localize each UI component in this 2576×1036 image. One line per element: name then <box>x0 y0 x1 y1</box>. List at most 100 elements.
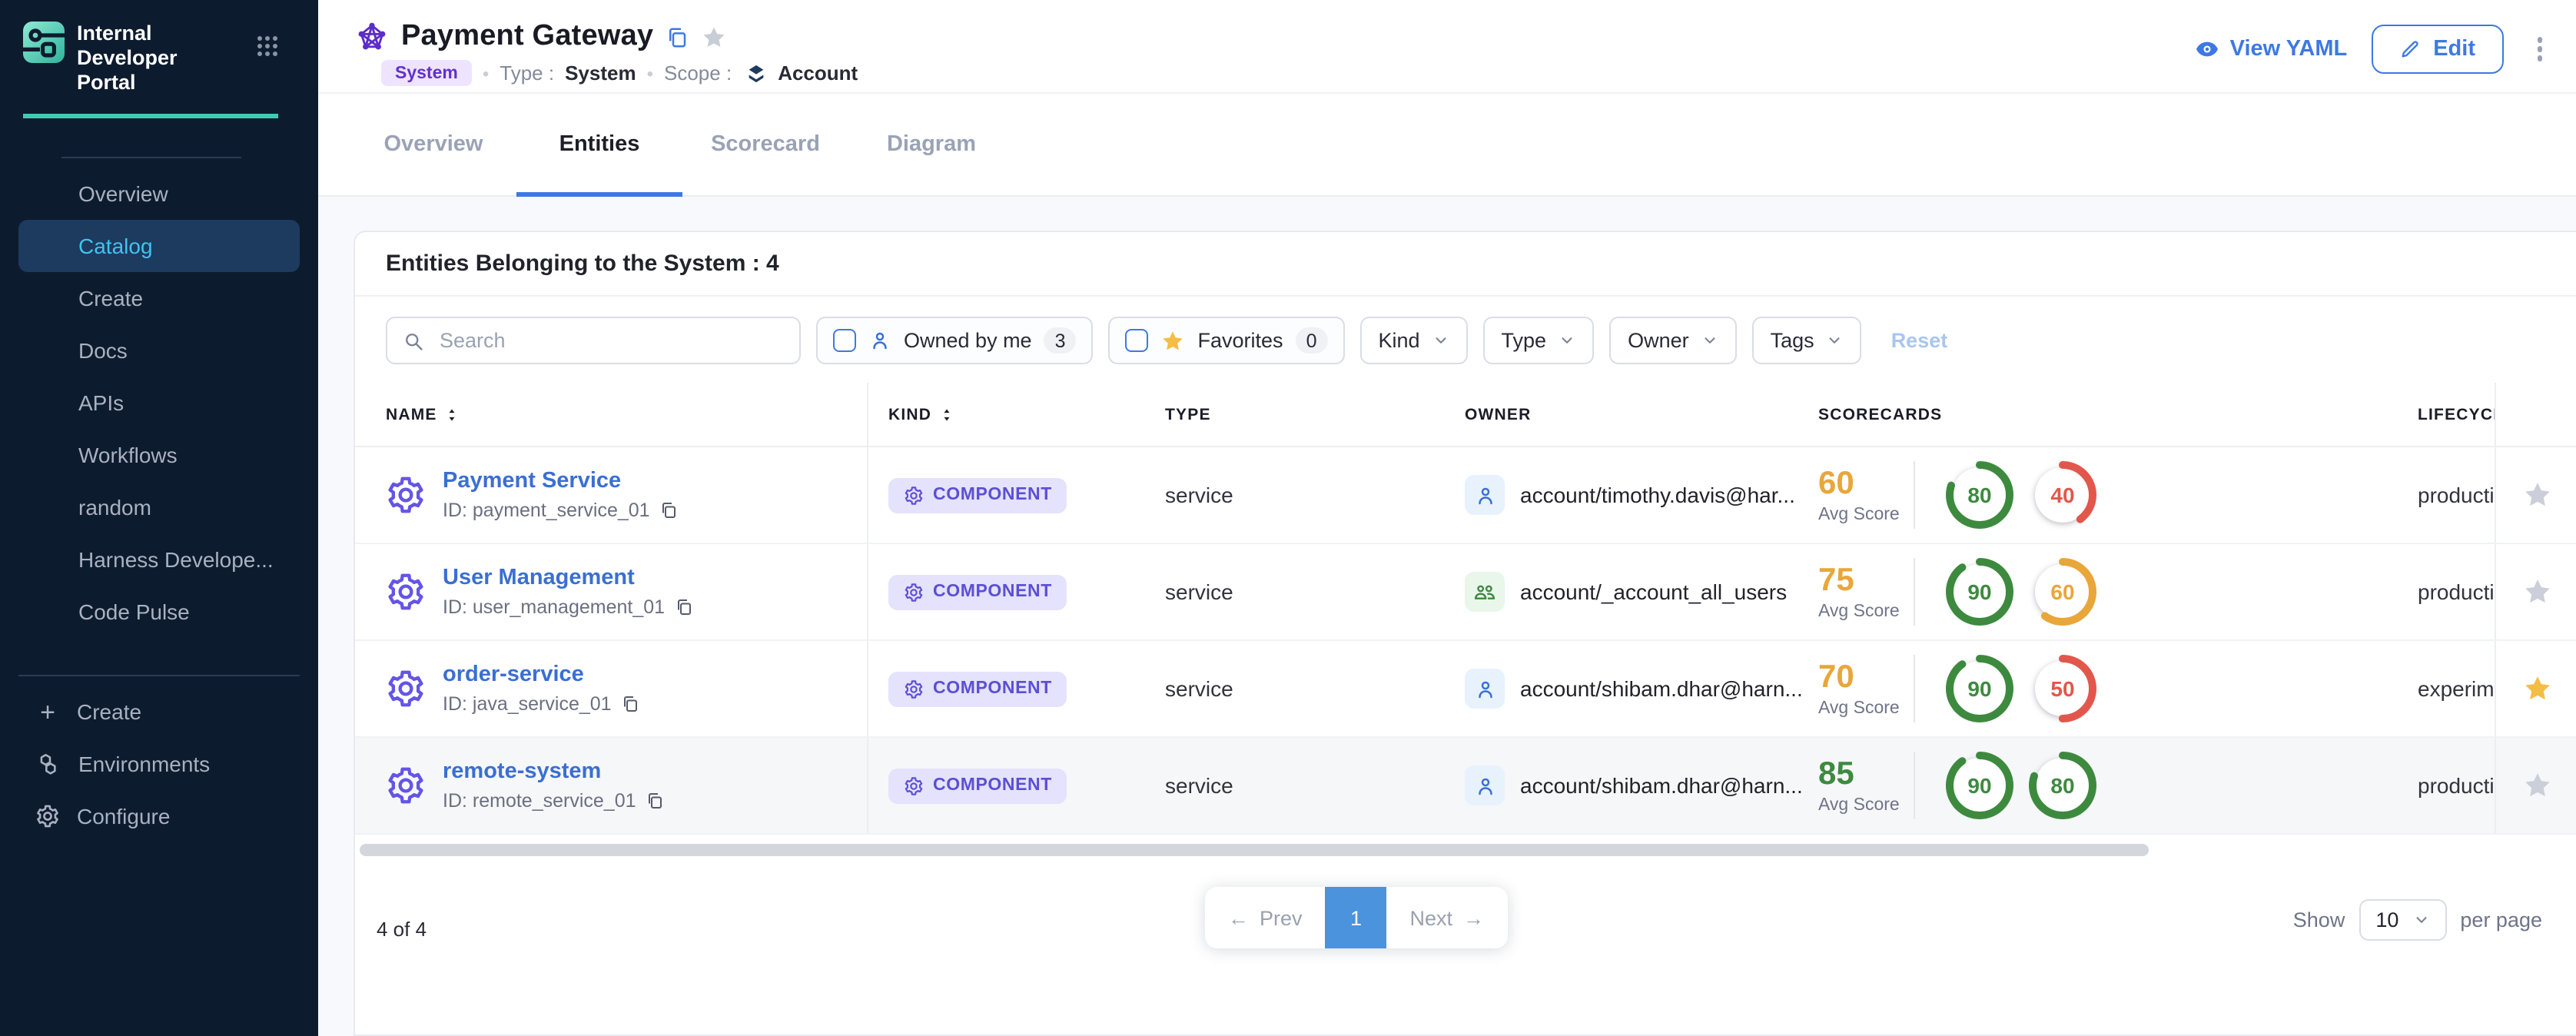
chevron-down-icon <box>2412 911 2429 928</box>
sidebar-item-harness-developer[interactable]: Harness Develope... <box>18 533 300 586</box>
favorite-star-icon[interactable] <box>2521 673 2552 704</box>
scorecard-gauge[interactable]: 80 <box>1944 460 2015 530</box>
account-scope-icon <box>745 62 767 84</box>
sort-icon[interactable] <box>939 407 954 422</box>
scorecard-gauge[interactable]: 90 <box>1944 750 2015 821</box>
copy-icon[interactable] <box>659 501 678 520</box>
table-row-order-service[interactable]: order-service ID: java_service_01 COMPON… <box>355 641 2576 738</box>
horizontal-scrollbar[interactable] <box>360 844 2149 856</box>
sidebar-item-code-pulse[interactable]: Code Pulse <box>18 586 300 638</box>
page-number-button[interactable]: 1 <box>1326 887 1387 948</box>
owned-by-me-label: Owned by me <box>904 329 1032 352</box>
scorecard-gauge[interactable]: 40 <box>2027 460 2098 530</box>
entity-link[interactable]: User Management <box>443 566 692 590</box>
reset-filters-button[interactable]: Reset <box>1891 329 1948 352</box>
favorite-star-icon[interactable] <box>2521 480 2552 510</box>
scope-value: Account <box>778 61 858 85</box>
owner-user-icon <box>1465 765 1505 805</box>
avg-score-label: Avg Score <box>1818 602 1914 620</box>
owned-by-me-checkbox[interactable] <box>833 329 856 352</box>
column-header-name[interactable]: NAME <box>355 383 868 446</box>
edit-button[interactable]: Edit <box>2372 25 2503 74</box>
divider <box>1914 461 1915 529</box>
column-header-kind[interactable]: KIND <box>868 383 1165 446</box>
sort-icon[interactable] <box>445 407 460 422</box>
table-header: NAME KIND TYPE OWNER SCORECARDS LIFECYCL… <box>355 383 2576 447</box>
table-row-remote-system[interactable]: remote-system ID: remote_service_01 COMP… <box>355 738 2576 835</box>
more-options-button[interactable] <box>2528 30 2551 69</box>
tab-overview[interactable]: Overview <box>350 94 516 195</box>
favorite-star-icon[interactable] <box>2521 770 2552 801</box>
system-icon <box>355 20 389 54</box>
avg-score-label: Avg Score <box>1818 795 1914 814</box>
sidebar-item-apis[interactable]: APIs <box>18 377 300 429</box>
content-area: Entities Belonging to the System : 4 Own… <box>318 197 2576 1036</box>
owner-dropdown[interactable]: Owner <box>1609 317 1737 364</box>
entity-link[interactable]: order-service <box>443 662 639 687</box>
sidebar-item-create-entity[interactable]: + Create <box>18 686 300 738</box>
lifecycle-value: production <box>2418 738 2495 833</box>
component-gear-icon <box>386 475 426 515</box>
sidebar-item-create[interactable]: Create <box>18 272 300 324</box>
table-row-user-management[interactable]: User Management ID: user_management_01 C… <box>355 544 2576 641</box>
page-size-control: Show 10 per page <box>2293 899 2542 941</box>
copy-icon[interactable] <box>621 695 639 713</box>
harness-logo-icon[interactable] <box>23 22 65 63</box>
favorite-star-icon[interactable] <box>2521 576 2552 607</box>
sidebar-item-workflows[interactable]: Workflows <box>18 429 300 481</box>
scorecard-gauge[interactable]: 90 <box>1944 556 2015 627</box>
copy-icon[interactable] <box>674 598 692 616</box>
tab-entities[interactable]: Entities <box>516 94 682 195</box>
scorecard-gauge[interactable]: 50 <box>2027 653 2098 724</box>
sidebar-item-label: Configure <box>77 804 170 828</box>
copy-icon[interactable] <box>646 792 664 810</box>
next-page-button[interactable]: Next → <box>1387 887 1508 948</box>
sidebar-item-catalog[interactable]: Catalog <box>18 220 300 272</box>
sidebar-item-environments[interactable]: Environments <box>18 738 300 790</box>
avg-score-label: Avg Score <box>1818 505 1914 523</box>
owned-by-me-filter[interactable]: Owned by me 3 <box>816 317 1094 364</box>
sidebar-item-label: Environments <box>78 752 210 776</box>
entity-link[interactable]: Payment Service <box>443 469 678 493</box>
component-gear-icon <box>386 572 426 612</box>
divider <box>1914 558 1915 626</box>
owner-value: account/_account_all_users <box>1520 579 1787 604</box>
tags-dropdown[interactable]: Tags <box>1752 317 1862 364</box>
avg-score-value: 60 <box>1818 467 1914 500</box>
tab-diagram[interactable]: Diagram <box>848 94 1014 195</box>
scorecard-gauge[interactable]: 60 <box>2027 556 2098 627</box>
sidebar-item-overview[interactable]: Overview <box>18 168 300 220</box>
entity-link[interactable]: remote-system <box>443 759 664 784</box>
favorites-filter[interactable]: Favorites 0 <box>1109 317 1345 364</box>
owner-group-icon <box>1465 572 1505 612</box>
scorecard-gauge[interactable]: 90 <box>1944 653 2015 724</box>
kind-dropdown[interactable]: Kind <box>1359 317 1467 364</box>
favorites-checkbox[interactable] <box>1126 329 1149 352</box>
type-dropdown[interactable]: Type <box>1483 317 1595 364</box>
sidebar-item-docs[interactable]: Docs <box>18 324 300 377</box>
tab-bar: Overview Entities Scorecard Diagram <box>318 94 2576 197</box>
gear-icon <box>904 775 924 795</box>
hexagons-icon <box>35 751 61 777</box>
apps-grid-icon[interactable] <box>257 35 278 57</box>
brand: Internal Developer Portal <box>0 0 318 95</box>
kind-badge: COMPONENT <box>888 768 1067 803</box>
scorecard-gauge[interactable]: 80 <box>2027 750 2098 821</box>
search-input[interactable] <box>437 327 784 354</box>
sidebar-nav: Overview Catalog Create Docs APIs Workfl… <box>0 164 318 638</box>
prev-page-button[interactable]: ← Prev <box>1205 887 1326 948</box>
view-yaml-button[interactable]: View YAML <box>2195 37 2348 61</box>
copy-icon[interactable] <box>666 25 689 48</box>
divider <box>18 675 300 676</box>
kind-badge: COMPONENT <box>888 671 1067 706</box>
sidebar-item-configure[interactable]: Configure <box>18 790 300 842</box>
owner-user-icon <box>1465 475 1505 515</box>
arrow-left-icon: ← <box>1228 906 1249 929</box>
page-size-select[interactable]: 10 <box>2359 899 2446 941</box>
favorite-star-icon[interactable] <box>701 24 727 50</box>
sidebar-item-random[interactable]: random <box>18 481 300 533</box>
star-icon <box>1161 328 1186 353</box>
show-label: Show <box>2293 908 2345 931</box>
tab-scorecard[interactable]: Scorecard <box>682 94 848 195</box>
table-row-payment-service[interactable]: Payment Service ID: payment_service_01 C… <box>355 447 2576 544</box>
